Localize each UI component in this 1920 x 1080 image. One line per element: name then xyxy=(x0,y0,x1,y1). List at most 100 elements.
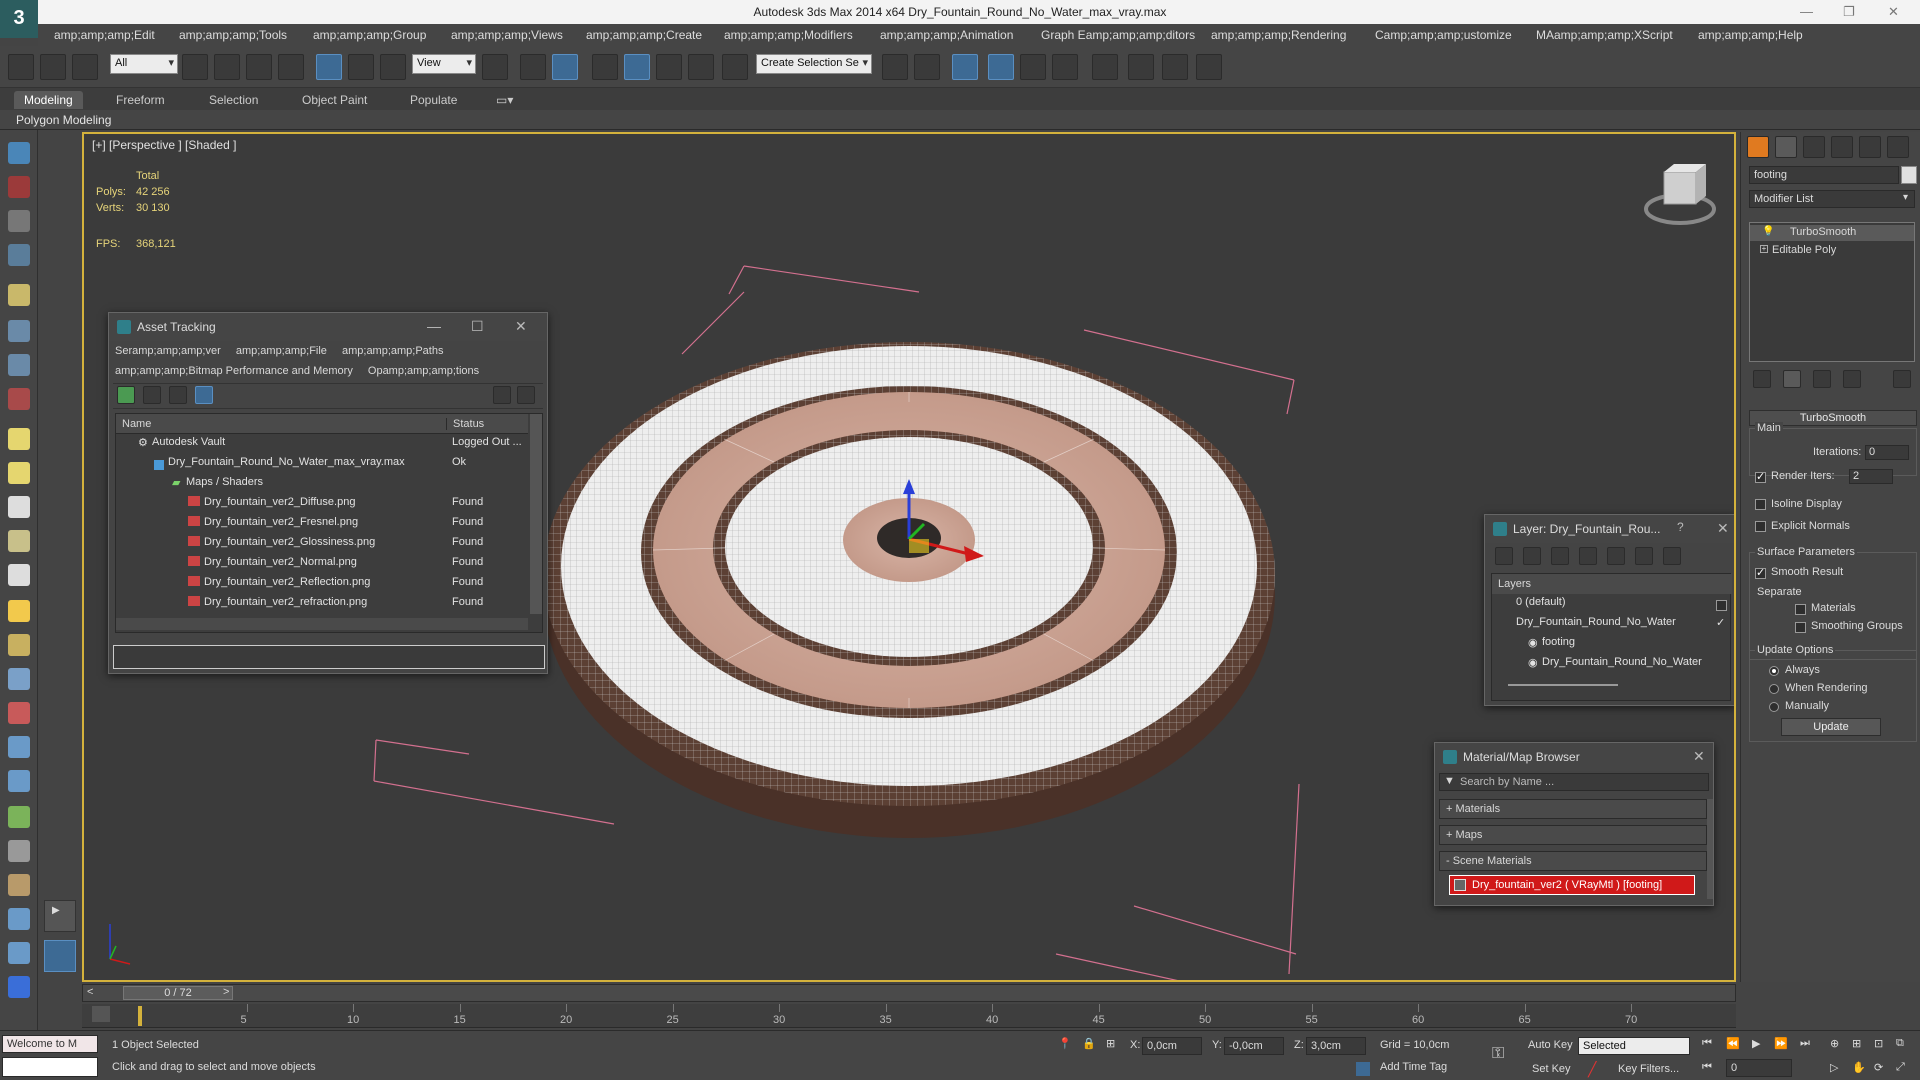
table-row[interactable]: Dry_fountain_ver2_Glossiness.png Found xyxy=(116,536,528,555)
close-icon[interactable]: ✕ xyxy=(1693,748,1705,765)
viewport-layout-icon[interactable] xyxy=(8,142,30,164)
highlight-layer-icon[interactable] xyxy=(1607,547,1625,565)
curve-editor-icon[interactable] xyxy=(1020,54,1046,80)
camera-icon[interactable] xyxy=(8,320,30,342)
polygon-modeling-panel[interactable]: Polygon Modeling xyxy=(16,113,111,127)
expand-icon[interactable]: + xyxy=(1760,245,1768,253)
materials-group[interactable]: + Materials xyxy=(1439,799,1707,819)
horizontal-scrollbar[interactable] xyxy=(1508,684,1618,686)
fountain-model[interactable] xyxy=(543,342,1275,838)
display-tab-icon[interactable] xyxy=(1859,136,1881,158)
scene-material-item[interactable]: Dry_fountain_ver2 ( VRayMtl ) [footing] xyxy=(1449,875,1695,895)
helper-icon[interactable] xyxy=(8,354,30,376)
prev-frame-icon[interactable]: < xyxy=(87,986,93,998)
menu-create[interactable]: amp;amp;amp;Create xyxy=(586,28,702,42)
settings-icon[interactable] xyxy=(517,386,535,404)
populate-icon[interactable] xyxy=(8,874,30,896)
spacewarp-icon[interactable] xyxy=(8,770,30,792)
time-slider[interactable]: < 0 / 72 > xyxy=(82,984,1736,1002)
keyboard-shortcut-icon[interactable] xyxy=(552,54,578,80)
table-row[interactable]: Dry_fountain_ver2_Reflection.png Found xyxy=(116,576,528,595)
menu-help[interactable]: amp;amp;amp;Help xyxy=(1698,28,1803,42)
key-mode-dropdown[interactable]: Selected xyxy=(1578,1037,1690,1055)
play-icon[interactable]: ▶ xyxy=(1752,1037,1760,1050)
table-row[interactable]: ▰ Maps / Shaders xyxy=(116,476,528,495)
close-icon[interactable]: ✕ xyxy=(1717,520,1729,537)
column-status[interactable]: Status xyxy=(446,418,484,430)
tab-freeform[interactable]: Freeform xyxy=(106,91,175,109)
network-icon[interactable] xyxy=(8,942,30,964)
menu-maxscript[interactable]: MAamp;amp;amp;XScript xyxy=(1536,28,1673,42)
iterations-spinner[interactable]: 0 xyxy=(1865,445,1909,460)
menu-edit[interactable]: amp;amp;amp;Edit xyxy=(54,28,155,42)
delete-layer-icon[interactable] xyxy=(1523,547,1541,565)
expand-layouts-icon[interactable]: ▶ xyxy=(52,905,60,916)
sphere-icon[interactable] xyxy=(8,462,30,484)
display-icon[interactable] xyxy=(8,284,30,306)
mirror-icon[interactable] xyxy=(882,54,908,80)
angle-snap-icon[interactable] xyxy=(624,54,650,80)
tab-object-paint[interactable]: Object Paint xyxy=(292,91,377,109)
graphite-toggle-icon[interactable] xyxy=(988,54,1014,80)
modify-tab-icon[interactable] xyxy=(1775,136,1797,158)
tab-selection[interactable]: Selection xyxy=(199,91,268,109)
select-rotate-icon[interactable] xyxy=(348,54,374,80)
smooth-result-checkbox[interactable] xyxy=(1755,566,1766,579)
column-name[interactable]: Name xyxy=(122,418,151,430)
menu-group[interactable]: amp;amp;amp;Group xyxy=(313,28,426,42)
motion-tab-icon[interactable] xyxy=(1831,136,1853,158)
layer-manager-icon[interactable] xyxy=(952,54,978,80)
snaps-toggle-icon[interactable] xyxy=(592,54,618,80)
select-by-name-icon[interactable] xyxy=(214,54,240,80)
menu-rendering[interactable]: amp;amp;amp;Rendering xyxy=(1211,28,1346,42)
light-icon[interactable] xyxy=(8,600,30,622)
pan-icon[interactable]: ✋ xyxy=(1852,1061,1866,1074)
layer-item-default[interactable]: 0 (default) xyxy=(1492,596,1732,615)
fov-icon[interactable]: ▷ xyxy=(1830,1061,1838,1074)
refresh-icon[interactable] xyxy=(117,386,135,404)
zoom-all-icon[interactable]: ⊞ xyxy=(1852,1037,1861,1050)
asset-menu-options[interactable]: Opamp;amp;amp;tions xyxy=(368,365,479,377)
absolute-mode-icon[interactable]: ⊞ xyxy=(1106,1037,1115,1050)
align-icon[interactable] xyxy=(914,54,940,80)
configure-sets-icon[interactable] xyxy=(1893,370,1911,388)
add-time-tag[interactable]: Add Time Tag xyxy=(1380,1061,1447,1073)
zoom-extents-icon[interactable]: ⊡ xyxy=(1874,1037,1883,1050)
tab-modeling[interactable]: Modeling xyxy=(14,91,83,109)
help-icon[interactable]: ? xyxy=(1677,520,1684,534)
maxscript-listener[interactable]: Welcome to M xyxy=(2,1035,98,1053)
asset-menu-file[interactable]: amp;amp;amp;File xyxy=(236,345,327,357)
foliage-icon[interactable] xyxy=(8,806,30,828)
explicit-normals-checkbox[interactable] xyxy=(1755,521,1766,532)
check-icon[interactable]: ✓ xyxy=(1716,616,1725,629)
zoom-icon[interactable]: ⊕ xyxy=(1830,1037,1839,1050)
ribbon-options-icon[interactable]: ▭▾ xyxy=(486,91,523,109)
filter-icon[interactable]: ▼ xyxy=(1444,775,1455,787)
remove-modifier-icon[interactable] xyxy=(1843,370,1861,388)
go-to-start-icon[interactable]: ⏮ xyxy=(1702,1037,1712,1050)
horizontal-scrollbar[interactable] xyxy=(116,618,528,630)
lock-icon[interactable]: 🔒 xyxy=(1082,1037,1096,1050)
select-object-icon[interactable] xyxy=(182,54,208,80)
previous-key-icon[interactable]: ⏪ xyxy=(1726,1037,1740,1050)
update-button[interactable]: Update xyxy=(1781,718,1881,736)
named-selection-dropdown[interactable]: Create Selection Se xyxy=(756,54,872,74)
scene-explorer-icon[interactable] xyxy=(8,176,30,198)
layer-object-fountain[interactable]: ◉ Dry_Fountain_Round_No_Water xyxy=(1492,656,1732,675)
render-production-icon[interactable] xyxy=(1196,54,1222,80)
always-radio[interactable] xyxy=(1769,666,1779,676)
globe-icon[interactable] xyxy=(8,908,30,930)
cone-icon[interactable] xyxy=(8,564,30,586)
modifier-list-dropdown[interactable]: Modifier List xyxy=(1749,190,1915,208)
select-in-layer-icon[interactable] xyxy=(1579,547,1597,565)
key-filters-button[interactable]: Key Filters... xyxy=(1618,1063,1679,1075)
asset-tracking-titlebar[interactable]: Asset Tracking — ☐ ✕ xyxy=(109,313,547,341)
minimize-icon[interactable]: — xyxy=(427,318,441,334)
maximize-viewport-icon[interactable]: ⤢ xyxy=(1896,1061,1905,1074)
show-end-result-icon[interactable] xyxy=(1783,370,1801,388)
scene-materials-group[interactable]: - Scene Materials xyxy=(1439,851,1707,871)
select-move-icon[interactable] xyxy=(316,54,342,80)
viewport-layout-tab-active-icon[interactable] xyxy=(44,940,76,972)
stack-item-editable-poly[interactable]: Editable Poly xyxy=(1750,243,1914,259)
render-iters-spinner[interactable]: 2 xyxy=(1849,469,1893,484)
